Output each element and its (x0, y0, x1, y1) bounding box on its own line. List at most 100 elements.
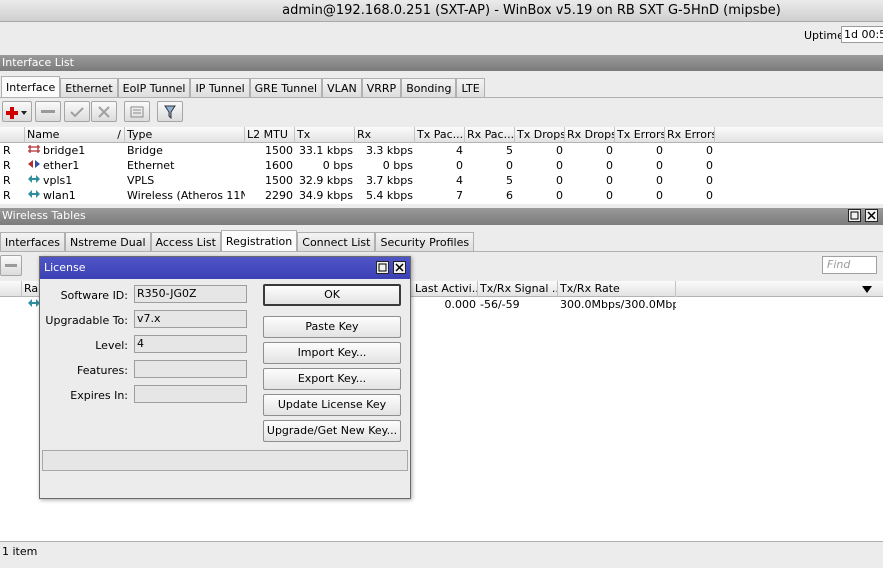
uptime-bar (0, 22, 883, 48)
level-field: 4 (134, 335, 247, 353)
filter-button[interactable] (157, 101, 183, 122)
row-mtu: 1500 (265, 174, 293, 187)
tab-ip-tunnel[interactable]: IP Tunnel (190, 78, 250, 98)
row-rx-packets: 6 (506, 189, 513, 202)
close-icon[interactable] (393, 261, 406, 274)
row-tx-packets: 7 (456, 189, 463, 202)
row-tx: 32.9 kbps (298, 174, 353, 187)
import-key-button[interactable]: Import Key... (263, 342, 401, 364)
tab-connect-list[interactable]: Connect List (297, 232, 376, 252)
row-name: ether1 (43, 159, 80, 172)
tab-vlan[interactable]: VLAN (322, 78, 362, 98)
restore-icon[interactable] (848, 209, 861, 222)
remove-button[interactable] (35, 101, 61, 122)
col-last-activity[interactable]: Last Activi... (413, 281, 478, 297)
row-mtu: 2290 (265, 189, 293, 202)
tab-gre-tunnel[interactable]: GRE Tunnel (249, 78, 323, 98)
row-rx-errors: 0 (706, 159, 713, 172)
table-row[interactable]: R ether1 Ethernet 1600 0 bps 0 bps 0 0 0… (0, 158, 883, 173)
tab-lte[interactable]: LTE (456, 78, 485, 98)
window-title-bar: admin@192.168.0.251 (SXT-AP) - WinBox v5… (0, 0, 883, 22)
level-label: Level: (95, 339, 128, 352)
col-flag (0, 127, 25, 143)
upgrade-get-new-key-button[interactable]: Upgrade/Get New Key... (263, 420, 401, 442)
export-key-button[interactable]: Export Key... (263, 368, 401, 390)
paste-key-button[interactable]: Paste Key (263, 316, 401, 338)
row-rx: 0 bps (382, 159, 413, 172)
license-dialog: License Software ID: R350-JG0Z Upgradabl… (39, 256, 411, 499)
update-license-key-button[interactable]: Update License Key (263, 394, 401, 416)
col-rx-packets[interactable]: Rx Pac... (465, 127, 515, 143)
row-name: vpls1 (43, 174, 73, 187)
expires-in-label: Expires In: (70, 389, 128, 402)
license-dialog-titlebar[interactable]: License (40, 257, 410, 279)
interface-table: Name / Type L2 MTU Tx Rx Tx Pac... Rx Pac… (0, 127, 883, 204)
row-rx: 5.4 kbps (365, 189, 413, 202)
row-rx: 3.7 kbps (365, 174, 413, 187)
col-tx[interactable]: Tx (295, 127, 355, 143)
col-name[interactable]: Name / (25, 127, 125, 143)
features-field (134, 360, 247, 378)
row-flag: R (3, 144, 11, 157)
col-rate[interactable]: Tx/Rx Rate (558, 281, 676, 297)
filter-icon (164, 105, 176, 119)
software-id-field: R350-JG0Z (134, 285, 247, 303)
software-id-label: Software ID: (60, 289, 128, 302)
item-count: 1 item (2, 545, 38, 558)
tab-interface[interactable]: Interface (1, 76, 61, 98)
license-dialog-title: License (44, 261, 86, 274)
vpls-icon (27, 173, 41, 188)
tab-vrrp[interactable]: VRRP (361, 78, 402, 98)
tab-security-profiles[interactable]: Security Profiles (375, 232, 475, 252)
wireless-tables-header: Wireless Tables (0, 208, 883, 225)
find-input[interactable]: Find (822, 256, 877, 274)
ok-button[interactable]: OK (263, 284, 401, 306)
row-name: wlan1 (43, 189, 76, 202)
tab-interfaces[interactable]: Interfaces (0, 232, 65, 252)
col-rx-errors[interactable]: Rx Errors (665, 127, 715, 143)
dialog-status-bar (42, 450, 408, 471)
row-tx-packets: 4 (456, 174, 463, 187)
col-l2mtu[interactable]: L2 MTU (245, 127, 295, 143)
col-signal[interactable]: Tx/Rx Signal ... (478, 281, 558, 297)
tab-nstreme-dual[interactable]: Nstreme Dual (64, 232, 151, 252)
row-tx-packets: 4 (456, 144, 463, 157)
tab-eoip-tunnel[interactable]: EoIP Tunnel (117, 78, 191, 98)
col-tx-errors[interactable]: Tx Errors (615, 127, 665, 143)
comment-icon (130, 106, 144, 117)
col-type[interactable]: Type (125, 127, 245, 143)
row-tx-errors: 0 (656, 189, 663, 202)
row-tx-drops: 0 (556, 159, 563, 172)
row-flag: R (3, 174, 11, 187)
row-rx-drops: 0 (606, 174, 613, 187)
disable-button[interactable] (91, 101, 117, 122)
tab-registration[interactable]: Registration (220, 230, 298, 252)
close-icon[interactable] (865, 209, 878, 222)
table-row[interactable]: R vpls1 VPLS 1500 32.9 kbps 3.7 kbps 4 5… (0, 173, 883, 188)
wireless-tables-title: Wireless Tables (2, 209, 86, 222)
add-icon (6, 106, 27, 119)
col-tx-drops[interactable]: Tx Drops (515, 127, 565, 143)
row-type: Bridge (127, 144, 163, 157)
interface-list-title: Interface List (2, 56, 74, 69)
x-icon (98, 105, 110, 118)
tab-ethernet[interactable]: Ethernet (60, 78, 118, 98)
restore-icon[interactable] (376, 261, 389, 274)
enable-button[interactable] (64, 101, 90, 122)
tab-access-list[interactable]: Access List (150, 232, 221, 252)
row-tx: 34.9 kbps (298, 189, 353, 202)
column-menu-icon[interactable] (862, 284, 872, 297)
remove-button[interactable] (0, 255, 22, 276)
row-tx-drops: 0 (556, 144, 563, 157)
table-row[interactable]: R wlan1 Wireless (Atheros 11N) 2290 34.9… (0, 188, 883, 203)
row-rx-packets: 5 (506, 144, 513, 157)
tab-bonding[interactable]: Bonding (401, 78, 457, 98)
col-tx-packets[interactable]: Tx Pac... (415, 127, 465, 143)
ethernet-icon (27, 158, 41, 173)
table-row[interactable]: R bridge1 Bridge 1500 33.1 kbps 3.3 kbps… (0, 143, 883, 158)
comment-button[interactable] (124, 101, 150, 122)
upgradable-to-field: v7.x (134, 310, 247, 328)
add-button[interactable] (2, 101, 32, 122)
col-rx-drops[interactable]: Rx Drops (565, 127, 615, 143)
col-rx[interactable]: Rx (355, 127, 415, 143)
